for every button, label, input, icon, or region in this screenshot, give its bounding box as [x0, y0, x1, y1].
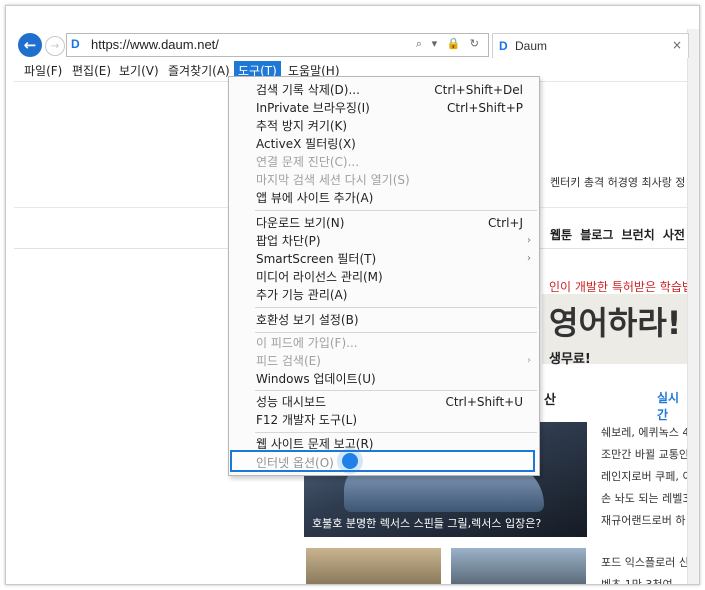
menu-item-delete-history[interactable]: 검색 기록 삭제(D)... Ctrl+Shift+Del: [229, 81, 539, 99]
menu-item-label: F12 개발자 도구(L): [256, 413, 358, 427]
address-bar[interactable]: D https://www.daum.net/ ⌕ ▾ 🔒 ↻: [66, 33, 489, 57]
tab-title: Daum: [515, 39, 548, 53]
menu-item-label: InPrivate 브라우징(I): [256, 101, 370, 115]
news-thumbnail[interactable]: [306, 548, 441, 584]
menu-item-popup-blocker[interactable]: 팝업 차단(P) ›: [229, 232, 539, 250]
menu-item-feed-discovery: 피드 검색(E) ›: [229, 352, 539, 370]
list-item[interactable]: 재규어랜드로버 하: [601, 510, 687, 532]
site-favicon-icon: D: [71, 37, 80, 51]
menu-item-label: 마지막 검색 세션 다시 열기(S): [256, 173, 410, 187]
menu-item-compatibility-view[interactable]: 호환성 보기 설정(B): [229, 311, 539, 329]
menu-item-label: 이 피드에 가입(F)...: [256, 336, 358, 350]
section-more-link[interactable]: 실시간: [657, 389, 687, 423]
menu-separator: [255, 432, 537, 433]
menu-edit[interactable]: 편집(E): [68, 61, 115, 81]
menu-item-performance-dashboard[interactable]: 성능 대시보드 Ctrl+Shift+U: [229, 393, 539, 411]
tab-favicon-icon: D: [499, 39, 508, 53]
news-list: 쉐보레, 에퀴녹스 4 조만간 바뀔 교통인 레인지로버 쿠페, 이 손 놔도 …: [601, 422, 687, 584]
list-item[interactable]: 레인지로버 쿠페, 이: [601, 466, 687, 488]
menu-item-manage-addons[interactable]: 추가 기능 관리(A): [229, 286, 539, 304]
menu-item-shortcut: Ctrl+Shift+U: [445, 395, 523, 409]
arrow-right-icon: →: [50, 40, 60, 52]
menu-item-label: 미디어 라이선스 관리(M): [256, 270, 383, 284]
menu-item-label: SmartScreen 필터(T): [256, 252, 377, 266]
menu-item-label: 추가 기능 관리(A): [256, 288, 348, 302]
ad-text-line1[interactable]: 인이 개발한 특허받은 학습법: [549, 278, 687, 295]
left-margin: [6, 29, 14, 584]
menu-item-shortcut: Ctrl+J: [488, 216, 523, 230]
ad-headline[interactable]: 영어하라!: [549, 298, 681, 344]
forward-button[interactable]: →: [45, 36, 65, 56]
url-text[interactable]: https://www.daum.net/: [91, 37, 219, 52]
menu-favorites[interactable]: 즐겨찾기(A): [164, 61, 234, 81]
menu-item-media-licenses[interactable]: 미디어 라이선스 관리(M): [229, 268, 539, 286]
hero-caption[interactable]: 호불호 분명한 렉서스 스핀들 그릴,렉서스 입장은?: [312, 515, 541, 531]
list-item[interactable]: 조만간 바뀔 교통인: [601, 444, 687, 466]
menu-item-label: Windows 업데이트(U): [256, 372, 376, 386]
menu-item-windows-update[interactable]: Windows 업데이트(U): [229, 370, 539, 388]
menu-item-add-site-app-view[interactable]: 앱 뷰에 사이트 추가(A): [229, 189, 539, 207]
menu-item-reopen-session: 마지막 검색 세션 다시 열기(S): [229, 171, 539, 189]
menu-item-label: 검색 기록 삭제(D)...: [256, 83, 360, 97]
menu-item-label: 다운로드 보기(N): [256, 216, 345, 230]
menu-item-activex-filtering[interactable]: ActiveX 필터링(X): [229, 135, 539, 153]
arrow-left-icon: ←: [23, 36, 37, 54]
ad-text-line3[interactable]: 생무료!: [549, 348, 591, 367]
menu-item-subscribe-feed: 이 피드에 가입(F)...: [229, 334, 539, 352]
menu-separator: [255, 307, 537, 308]
menu-item-f12-devtools[interactable]: F12 개발자 도구(L): [229, 411, 539, 429]
click-indicator-icon: [342, 453, 358, 469]
menu-separator: [255, 332, 537, 333]
menu-item-label: 연결 문제 진단(C)...: [256, 155, 360, 169]
highlight-box: [230, 450, 535, 472]
menu-separator: [255, 390, 537, 391]
address-bar-icons[interactable]: ⌕ ▾ 🔒 ↻: [416, 37, 482, 51]
submenu-arrow-icon: ›: [527, 253, 531, 264]
submenu-arrow-icon: ›: [527, 355, 531, 366]
list-item[interactable]: 포드 익스플로러 신: [601, 552, 687, 574]
menu-item-label: 팝업 차단(P): [256, 234, 321, 248]
close-tab-icon[interactable]: ×: [672, 38, 682, 52]
window-top-margin: [6, 6, 699, 29]
menu-separator: [255, 210, 537, 211]
menu-file[interactable]: 파일(F): [20, 61, 66, 81]
realtime-search-terms[interactable]: 켄터키 총격 허경영 최사랑 정: [550, 174, 685, 190]
menu-item-label: 추적 방지 켜기(K): [256, 119, 348, 133]
list-item[interactable]: 벤츠 1만 3천여: [601, 574, 687, 584]
menu-item-diagnose-connection: 연결 문제 진단(C)...: [229, 153, 539, 171]
vertical-scrollbar[interactable]: [687, 29, 699, 584]
menu-item-shortcut: Ctrl+Shift+Del: [434, 83, 523, 97]
menu-item-label: 호환성 보기 설정(B): [256, 313, 359, 327]
tools-dropdown-menu: 검색 기록 삭제(D)... Ctrl+Shift+Del InPrivate …: [228, 76, 540, 476]
submenu-arrow-icon: ›: [527, 235, 531, 246]
address-row: ← → D https://www.daum.net/ ⌕ ▾ 🔒 ↻ D Da…: [14, 29, 689, 61]
news-thumbnail[interactable]: [451, 548, 586, 584]
menu-item-shortcut: Ctrl+Shift+P: [447, 101, 523, 115]
service-nav[interactable]: 웹툰 블로그 브런치 사전: [550, 226, 685, 243]
section-title: 산: [544, 393, 556, 408]
menu-item-label: 피드 검색(E): [256, 354, 321, 368]
menu-item-smartscreen[interactable]: SmartScreen 필터(T) ›: [229, 250, 539, 268]
menu-item-label: ActiveX 필터링(X): [256, 137, 356, 151]
menu-item-label: 앱 뷰에 사이트 추가(A): [256, 191, 374, 205]
menu-item-label: 성능 대시보드: [256, 395, 327, 409]
menu-item-tracking-protection[interactable]: 추적 방지 켜기(K): [229, 117, 539, 135]
list-item[interactable]: 손 놔도 되는 레벨3: [601, 488, 687, 510]
list-item[interactable]: 쉐보레, 에퀴녹스 4: [601, 422, 687, 444]
back-button[interactable]: ←: [18, 33, 42, 57]
menu-item-inprivate[interactable]: InPrivate 브라우징(I) Ctrl+Shift+P: [229, 99, 539, 117]
menu-item-view-downloads[interactable]: 다운로드 보기(N) Ctrl+J: [229, 214, 539, 232]
tab-daum[interactable]: D Daum ×: [492, 33, 689, 58]
menu-view[interactable]: 보기(V): [115, 61, 163, 81]
